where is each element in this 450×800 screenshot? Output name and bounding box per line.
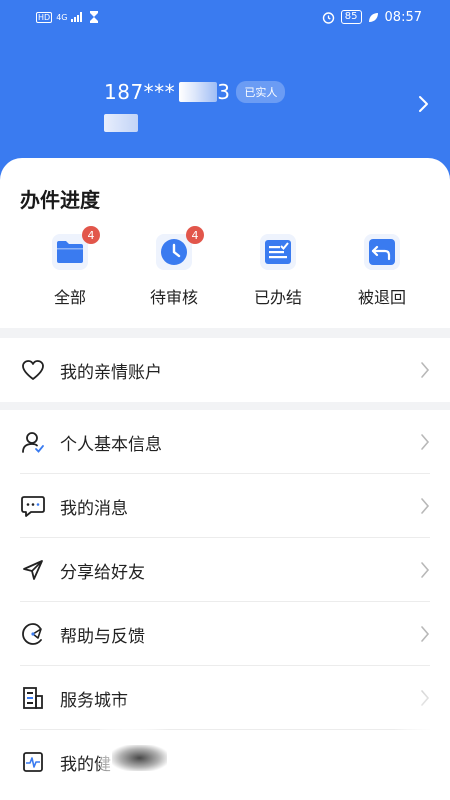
message-icon: [20, 493, 46, 519]
phone-mask: [179, 82, 218, 102]
menu-row-label: 帮助与反馈: [60, 626, 145, 647]
menu-row-personal-info[interactable]: 个人基本信息: [0, 410, 450, 474]
user-name-mask: [104, 114, 138, 132]
menu-row-label: 个人基本信息: [60, 434, 162, 455]
help-icon: [20, 621, 46, 647]
progress-icon-wrap: [260, 234, 296, 270]
menu-section: 个人基本信息 我的消息 分享给好友 帮助与反馈 服务城市 我的健: [0, 410, 450, 800]
user-icon: [20, 429, 46, 455]
menu-row-health[interactable]: 我的健: [0, 730, 450, 794]
clock-icon: [161, 239, 187, 265]
progress-card: 办件进度 4 全部 4 待审核 已办结 被退回: [0, 158, 450, 328]
checklist-icon: [265, 240, 291, 264]
badge-all: 4: [82, 226, 100, 244]
network-indicator: 4G: [56, 12, 68, 22]
phone-number: 187***: [104, 80, 176, 104]
menu-row-share[interactable]: 分享给好友: [0, 538, 450, 602]
menu-row-label: 我的消息: [60, 498, 128, 519]
profile-chevron-icon[interactable]: [418, 95, 430, 113]
progress-grid: 4 全部 4 待审核 已办结 被退回: [0, 226, 450, 308]
share-icon: [20, 557, 46, 583]
signal-icon: [71, 12, 83, 22]
heart-icon: [20, 357, 46, 383]
progress-title: 办件进度: [20, 188, 100, 212]
verified-badge: 已实人: [236, 81, 286, 103]
alarm-icon: [322, 11, 334, 24]
chevron-right-icon: [421, 498, 430, 514]
user-info[interactable]: 187*** 3 已实人: [104, 80, 286, 132]
phone-row: 187*** 3 已实人: [104, 80, 286, 104]
menu-row-help-feedback[interactable]: 帮助与反馈: [0, 602, 450, 666]
progress-label: 待审核: [149, 288, 198, 307]
chevron-right-icon: [421, 562, 430, 578]
menu-row-label: 我的亲情账户: [60, 362, 162, 383]
folder-icon: [57, 241, 83, 263]
chevron-right-icon: [421, 362, 430, 378]
progress-item-completed[interactable]: 已办结: [226, 234, 330, 308]
leaf-icon: [368, 12, 378, 22]
city-icon: [20, 685, 46, 711]
status-right: 85 08:57: [322, 10, 422, 25]
clock-time: 08:57: [384, 9, 422, 25]
progress-label: 已办结: [253, 288, 302, 307]
progress-icon-wrap: 4: [156, 226, 204, 270]
chevron-right-icon: [421, 626, 430, 642]
progress-item-all[interactable]: 4 全部: [18, 226, 122, 308]
badge-pending: 4: [186, 226, 204, 244]
progress-icon-wrap: 4: [52, 226, 100, 270]
progress-item-pending[interactable]: 4 待审核: [122, 226, 226, 308]
image-smear-overlay: [395, 670, 450, 800]
family-section: 我的亲情账户: [0, 338, 450, 402]
progress-label: 全部: [53, 288, 86, 307]
phone-tail: 3: [217, 80, 231, 104]
hourglass-icon: [90, 11, 99, 23]
menu-row-messages[interactable]: 我的消息: [0, 474, 450, 538]
progress-item-returned[interactable]: 被退回: [330, 234, 434, 308]
health-icon: [20, 749, 46, 775]
status-indicators: HD 4G: [36, 11, 99, 23]
chevron-right-icon: [421, 434, 430, 450]
progress-icon-wrap: [364, 234, 400, 270]
battery-indicator: 85: [340, 10, 362, 24]
menu-row-service-city[interactable]: 服务城市: [0, 666, 450, 730]
image-smudge-overlay: [112, 745, 167, 771]
hd-indicator: HD: [36, 11, 53, 23]
return-icon: [369, 239, 395, 265]
menu-row-label: 分享给好友: [60, 562, 145, 583]
progress-label: 被退回: [357, 288, 406, 307]
status-bar: HD 4G 85 08:57: [0, 0, 450, 34]
menu-row-family-account[interactable]: 我的亲情账户: [0, 338, 450, 402]
